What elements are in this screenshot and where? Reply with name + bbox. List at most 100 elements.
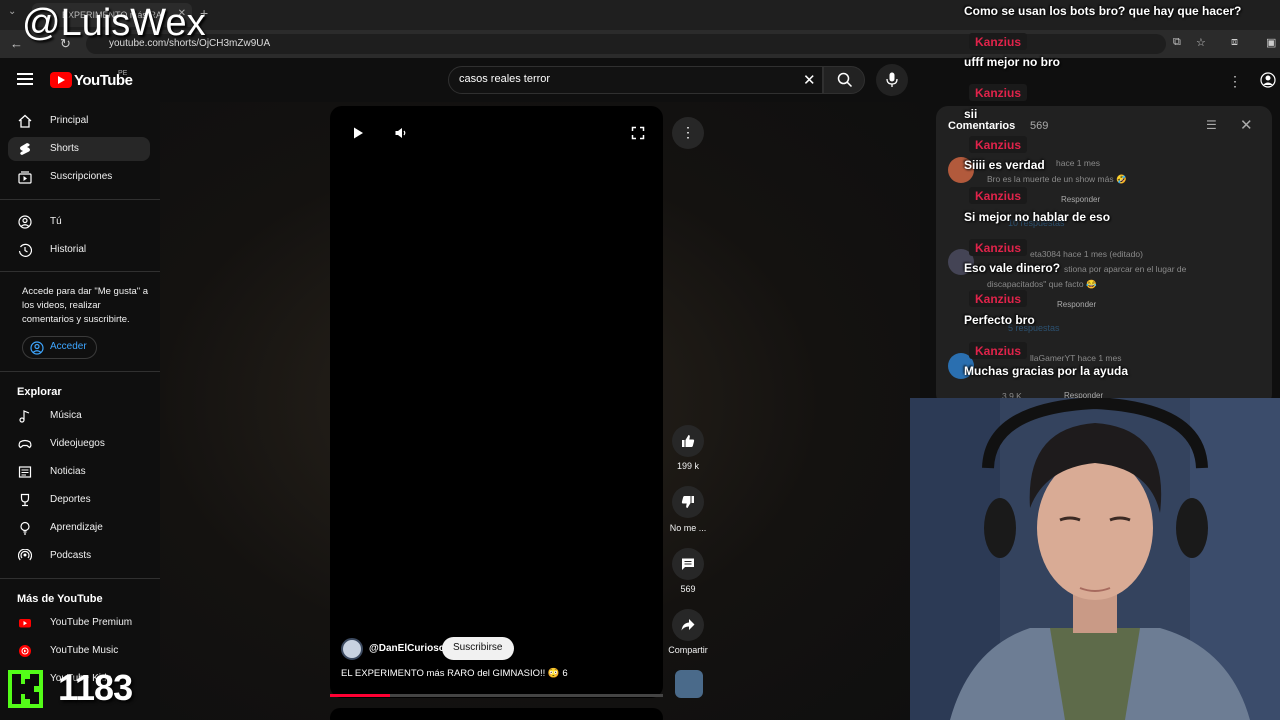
kick-k-glyph (12, 674, 39, 704)
tab-menu-chevron-icon[interactable]: ⌄ (8, 6, 16, 17)
explore-heading: Explorar (17, 386, 62, 398)
profile-icon[interactable]: ▣ (1266, 36, 1276, 49)
comment-icon (682, 558, 694, 570)
clear-search-icon[interactable]: ✕ (803, 71, 816, 89)
screen: ⌄ EXPERIMENTO más RA ✕ + ← ↻ youtube.com… (0, 0, 1280, 720)
play-icon[interactable] (351, 126, 365, 140)
sidebar-item-suscripciones[interactable]: Suscripciones (8, 165, 150, 189)
chat-message: Siiii es verdad (964, 158, 1045, 172)
sidebar-item-label: Principal (50, 115, 89, 126)
dislike-button[interactable] (672, 486, 704, 518)
comment-meta: hace 1 mes (1056, 158, 1100, 168)
youtube-logo-icon[interactable] (50, 72, 72, 88)
thumbs-up-icon (682, 435, 695, 447)
sidebar-item-videojuegos[interactable]: Videojuegos (8, 432, 150, 456)
settings-kebab-icon[interactable]: ⋮ (1228, 73, 1242, 90)
bookmark-star-icon[interactable]: ☆ (1196, 36, 1206, 49)
news-icon (18, 466, 32, 478)
video-progress-bar[interactable] (330, 694, 663, 697)
comment-meta: eta3084 hace 1 mes (editado) (1030, 249, 1143, 259)
sidebar-divider (0, 199, 160, 200)
sidebar-item-youtube-music[interactable]: YouTube Music (8, 639, 150, 663)
volume-icon[interactable] (394, 126, 408, 140)
sidebar-item-label: YouTube Premium (50, 617, 133, 628)
more-youtube-heading: Más de YouTube (17, 593, 103, 605)
fullscreen-icon[interactable] (631, 126, 645, 140)
install-icon[interactable]: ⧉ (1173, 36, 1181, 49)
country-code: PE (118, 70, 128, 77)
sidebar-divider (0, 578, 160, 579)
like-count: 199 k (676, 461, 700, 471)
webcam-feed (910, 398, 1280, 720)
comments-button[interactable] (672, 548, 704, 580)
sidebar-item-youtube-premium[interactable]: YouTube Premium (8, 611, 150, 635)
trophy-icon (20, 493, 30, 507)
account-icon[interactable] (1260, 72, 1276, 88)
music-icon (19, 410, 30, 423)
microphone-icon (886, 72, 898, 87)
kick-viewer-count: 1183 (58, 667, 133, 708)
chat-message: Si mejor no hablar de eso (964, 210, 1111, 224)
video-title[interactable]: EL EXPERIMENTO más RARO del GIMNASIO!! 😳… (341, 668, 568, 679)
history-icon (18, 243, 32, 257)
voice-search-button[interactable] (876, 64, 908, 96)
sidebar-item-principal[interactable]: Principal (8, 109, 150, 133)
subscribe-button-label: Suscribirse (453, 642, 503, 653)
sidebar-item-label: YouTube Music (50, 645, 119, 656)
home-icon (18, 114, 32, 128)
search-button[interactable] (823, 66, 865, 94)
reply-button[interactable]: Responder (1057, 300, 1096, 309)
video-progress-fill (330, 694, 390, 697)
chat-message: Perfecto bro (964, 313, 1035, 327)
chat-message: Muchas gracias por la ayuda (964, 364, 1129, 378)
chat-username: Kanzius (969, 84, 1028, 101)
sidebar-divider (0, 271, 160, 272)
sidebar-item-musica[interactable]: Música (8, 404, 150, 428)
bulb-icon (20, 521, 30, 535)
comments-heading: Comentarios (948, 120, 1016, 132)
gaming-icon (18, 439, 32, 449)
sidebar-item-podcasts[interactable]: Podcasts (8, 544, 150, 568)
sidebar-item-label: Tú (50, 216, 62, 227)
sidebar-item-historial[interactable]: Historial (8, 238, 150, 262)
like-button[interactable] (672, 425, 704, 457)
chat-username: Kanzius (969, 136, 1028, 153)
chat-username: Kanzius (969, 342, 1028, 359)
sidebar-item-label: Música (50, 410, 82, 421)
shorts-video-player[interactable] (330, 106, 663, 698)
channel-name[interactable]: @DanElCurioso (369, 643, 445, 654)
subscriptions-icon (18, 171, 32, 184)
search-query: casos reales terror (459, 73, 551, 85)
dislike-label: No me ... (669, 523, 707, 533)
login-prompt-text: Accede para dar "Me gusta" a los videos,… (22, 286, 149, 325)
extensions-icon[interactable]: ⧈ (1231, 36, 1238, 49)
sidebar-divider (0, 371, 160, 372)
search-icon (837, 72, 853, 88)
login-button-label: Acceder (50, 341, 87, 352)
comment-meta: llaGamerYT hace 1 mes (1030, 353, 1122, 363)
sidebar-item-label: Suscripciones (50, 171, 113, 182)
sidebar-item-shorts[interactable]: Shorts (8, 137, 150, 161)
menu-hamburger-icon[interactable] (17, 73, 33, 85)
share-label: Compartir (668, 645, 708, 655)
sidebar-item-deportes[interactable]: Deportes (8, 488, 150, 512)
chat-username: Kanzius (969, 239, 1028, 256)
chat-username: Kanzius (969, 290, 1028, 307)
kick-logo-icon (8, 670, 43, 708)
sidebar-item-aprendizaje[interactable]: Aprendizaje (8, 516, 150, 540)
reply-button[interactable]: Responder (1061, 195, 1100, 204)
sidebar-item-label: Podcasts (50, 550, 92, 561)
close-comments-icon[interactable]: ✕ (1240, 116, 1253, 134)
comment-text: stiona por aparcar en el lugar de (1064, 264, 1187, 274)
podcast-icon (18, 549, 32, 561)
channel-avatar[interactable] (341, 638, 363, 660)
more-options-icon[interactable]: ⋮ (672, 117, 704, 149)
sound-thumbnail[interactable] (675, 670, 703, 698)
sidebar-item-noticias[interactable]: Noticias (8, 460, 150, 484)
next-short-preview[interactable] (330, 708, 663, 720)
sidebar-item-tu[interactable]: Tú (8, 210, 150, 234)
comment-count: 569 (680, 584, 696, 594)
sort-icon[interactable]: ☰ (1206, 118, 1217, 132)
sidebar-item-label: Aprendizaje (50, 522, 103, 533)
share-button[interactable] (672, 609, 704, 641)
